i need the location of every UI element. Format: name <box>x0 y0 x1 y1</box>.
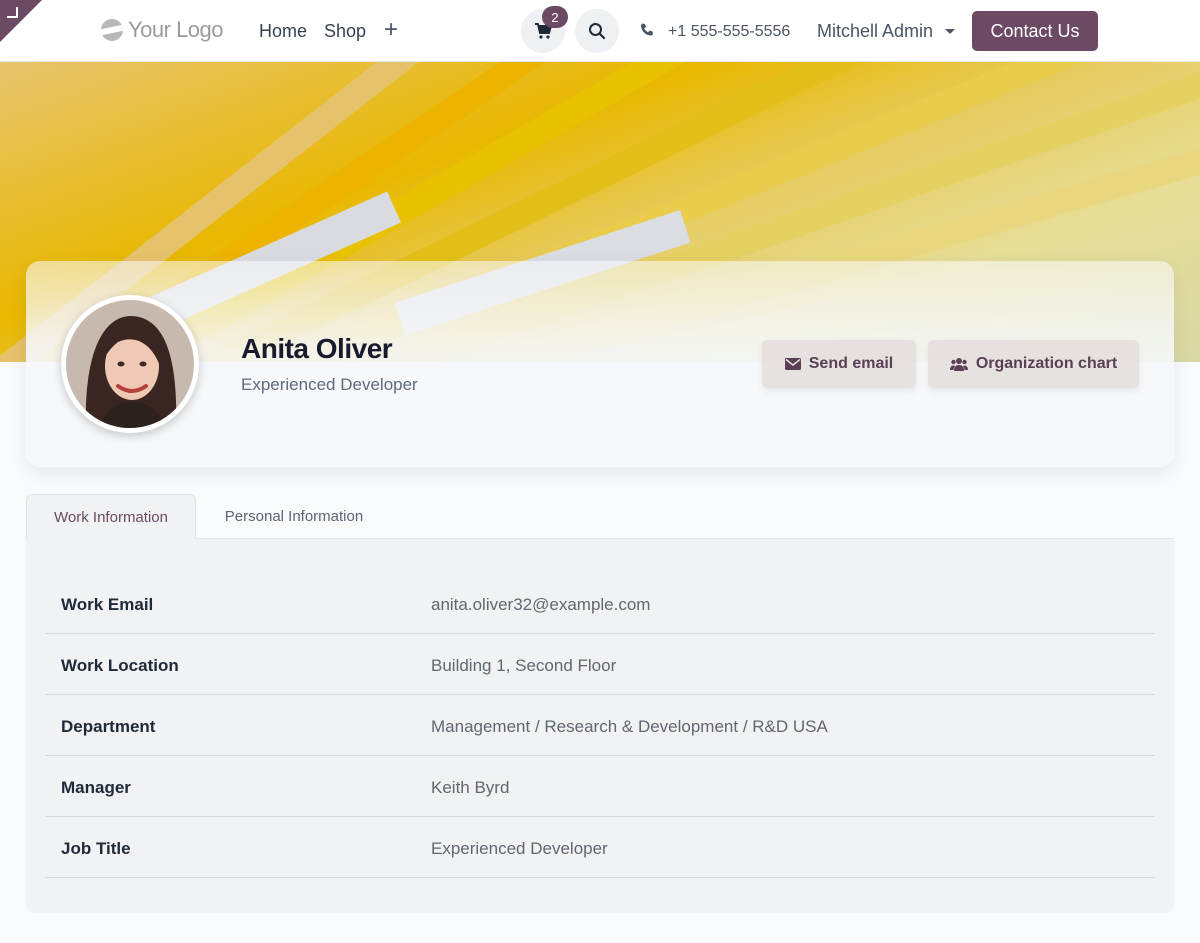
info-label: Manager <box>61 778 131 797</box>
info-value: Building 1, Second Floor <box>431 656 617 675</box>
add-menu-icon[interactable]: + <box>384 16 398 44</box>
corner-icon <box>7 7 18 18</box>
search-icon <box>589 23 606 40</box>
caret-down-icon <box>945 29 956 34</box>
cart-count-badge: 2 <box>542 6 568 28</box>
info-row-work-location: Work Location Building 1, Second Floor <box>45 634 1155 695</box>
info-label: Department <box>61 717 156 736</box>
users-icon <box>949 358 968 371</box>
send-email-label: Send email <box>808 355 894 372</box>
site-logo[interactable]: Your Logo <box>101 17 224 43</box>
profile-tabs: Work Information Personal Information <box>26 494 1174 540</box>
info-row-manager: Manager Keith Byrd <box>45 756 1155 817</box>
work-information-panel: Work Email anita.oliver32@example.com Wo… <box>26 539 1174 913</box>
info-row-department: Department Management / Research & Devel… <box>45 695 1155 756</box>
info-label: Work Location <box>61 656 179 675</box>
envelope-icon <box>784 358 801 370</box>
organization-chart-label: Organization chart <box>975 355 1118 372</box>
organization-chart-button[interactable]: Organization chart <box>928 340 1139 388</box>
user-menu-dropdown[interactable]: Mitchell Admin <box>817 21 956 42</box>
phone-number[interactable]: +1 555-555-5556 <box>668 23 790 41</box>
tab-work-information[interactable]: Work Information <box>26 494 196 540</box>
info-row-work-email: Work Email anita.oliver32@example.com <box>45 573 1155 634</box>
logo-text: Your Logo <box>128 17 224 42</box>
avatar <box>66 300 194 428</box>
info-row-job-title: Job Title Experienced Developer <box>45 817 1155 878</box>
employee-profile-card: Anita Oliver Experienced Developer Send … <box>26 261 1174 467</box>
info-label: Job Title <box>61 839 131 858</box>
nav-link-home[interactable]: Home <box>259 21 307 42</box>
user-name: Mitchell Admin <box>817 21 934 41</box>
info-label: Work Email <box>61 595 154 614</box>
top-navbar: Your Logo Home Shop + 2 +1 555-555-5556 … <box>0 0 1200 62</box>
contact-us-button[interactable]: Contact Us <box>972 11 1098 51</box>
nav-link-shop[interactable]: Shop <box>324 21 366 42</box>
employee-name: Anita Oliver <box>241 333 393 364</box>
send-email-button[interactable]: Send email <box>762 340 916 388</box>
info-value: Experienced Developer <box>431 839 608 858</box>
phone-icon <box>640 23 653 36</box>
info-value: Keith Byrd <box>431 778 510 797</box>
avatar-frame <box>61 295 199 433</box>
employee-job-title: Experienced Developer <box>241 375 418 394</box>
search-button[interactable] <box>575 9 619 53</box>
tab-personal-information[interactable]: Personal Information <box>196 494 392 539</box>
info-value: Management / Research & Development / R&… <box>431 717 828 736</box>
info-value[interactable]: anita.oliver32@example.com <box>431 595 650 615</box>
logo-icon <box>101 19 123 41</box>
